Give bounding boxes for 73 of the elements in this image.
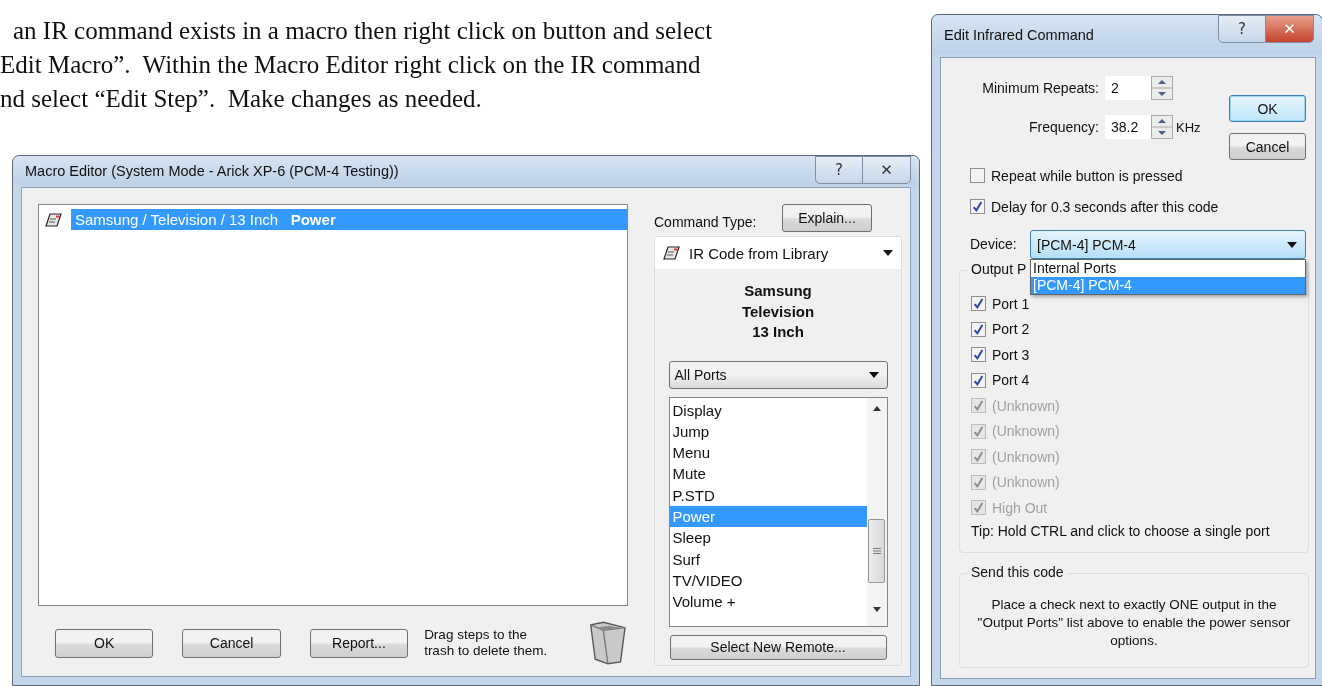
checkbox[interactable] (970, 168, 985, 183)
device-label: Device: (970, 236, 1018, 252)
checkbox-label: (Unknown) (992, 474, 1060, 491)
command-type-label: Command Type: (654, 214, 757, 230)
scrollbar[interactable] (866, 397, 887, 626)
frequency-field[interactable]: 38.2 (1105, 115, 1151, 139)
device-dropdown[interactable]: [PCM-4] PCM-4 (1030, 230, 1306, 259)
scroll-thumb[interactable] (868, 518, 885, 583)
command-item[interactable]: Surf (669, 548, 867, 570)
checkbox-label: (Unknown) (992, 423, 1060, 440)
command-item[interactable]: Display (669, 399, 867, 421)
command-item[interactable]: Sleep (669, 527, 867, 549)
command-type-dropdown[interactable]: IR Code from Library (655, 237, 901, 269)
command-item[interactable]: Menu (669, 442, 867, 464)
window-title: Edit Infrared Command (944, 27, 1094, 43)
caret-icon (883, 250, 893, 256)
explain-button[interactable]: Explain... (782, 204, 872, 232)
checkbox-label: Port 2 (992, 321, 1030, 338)
scroll-down-icon[interactable] (872, 606, 881, 612)
group-label: Output P (968, 261, 1030, 277)
field-label: Minimum Repeats: (981, 80, 1100, 96)
hint-text: Drag steps to the trash to delete them. (424, 627, 549, 659)
command-item[interactable]: TV/VIDEO (669, 569, 867, 592)
checkbox[interactable] (971, 347, 986, 363)
checkbox-label: Port 1 (992, 295, 1030, 312)
port-filter-dropdown[interactable]: All Ports (668, 360, 888, 389)
checkbox-label: (Unknown) (992, 448, 1060, 465)
command-item[interactable]: P.STD (669, 484, 867, 506)
checkbox-label: Delay for 0.3 seconds after this code (991, 198, 1219, 215)
note-text: Place a check next to exactly ONE output in the "Output Ports" list above to enable the power sensor options. (976, 596, 1292, 650)
ok-button[interactable]: OK (1229, 95, 1306, 122)
paragraph-line: nd select “Edit Step”. Make changes as needed. (0, 84, 482, 114)
device-option[interactable]: Internal Ports (1031, 260, 1305, 277)
checkbox[interactable] (971, 321, 986, 337)
select-remote-button[interactable]: Select New Remote... (669, 634, 887, 660)
checkbox-label: Port 4 (992, 372, 1030, 389)
caret-icon (1287, 241, 1297, 248)
command-item[interactable]: Mute (669, 463, 867, 485)
spinner-icon[interactable] (1151, 115, 1173, 139)
remote-name: 13 Inch (751, 322, 805, 342)
dialog-button[interactable]: Cancel (182, 628, 281, 658)
checkbox-label: (Unknown) (992, 397, 1060, 414)
scroll-up-icon[interactable] (872, 405, 881, 411)
dialog-button[interactable]: Report... (309, 628, 409, 658)
remote-icon (663, 246, 681, 260)
unit-label: KHz (1176, 119, 1201, 135)
checkbox[interactable] (970, 199, 985, 214)
close-button[interactable]: ✕ (863, 156, 911, 184)
caret-icon (868, 371, 879, 378)
tip-text: Tip: Hold CTRL and click to choose a single port (971, 522, 1271, 539)
checkbox-label: High Out (992, 499, 1048, 516)
command-item[interactable]: Jump (669, 420, 867, 443)
dialog-button[interactable]: OK (55, 628, 154, 658)
help-button[interactable]: ? (815, 156, 863, 184)
trash-icon[interactable] (588, 620, 628, 666)
field-label: Frequency: (1027, 119, 1100, 135)
remote-name: Samsung (743, 281, 813, 301)
cancel-button[interactable]: Cancel (1229, 133, 1306, 160)
checkbox[interactable] (971, 296, 986, 312)
help-button[interactable]: ? (1218, 15, 1266, 43)
group-label: Send this code (968, 564, 1067, 580)
command-item[interactable]: Volume + (669, 591, 867, 613)
checkbox-label: Port 3 (992, 346, 1030, 363)
checkbox[interactable] (971, 372, 986, 388)
spinner-icon[interactable] (1151, 76, 1173, 100)
paragraph-line: an IR command exists in a macro then right click on button and select (13, 16, 713, 46)
checkbox-label: Repeat while button is pressed (991, 167, 1183, 184)
window-title: Macro Editor (System Mode - Arick XP-6 (PCM-4 Testing)) (25, 162, 399, 179)
grip-icon (872, 547, 881, 554)
paragraph-line: Edit Macro”. Within the Macro Editor right click on the IR command (0, 50, 701, 80)
remote-icon (45, 212, 63, 227)
remote-name: Television (741, 301, 815, 322)
repeats-field[interactable]: 2 (1105, 76, 1151, 100)
